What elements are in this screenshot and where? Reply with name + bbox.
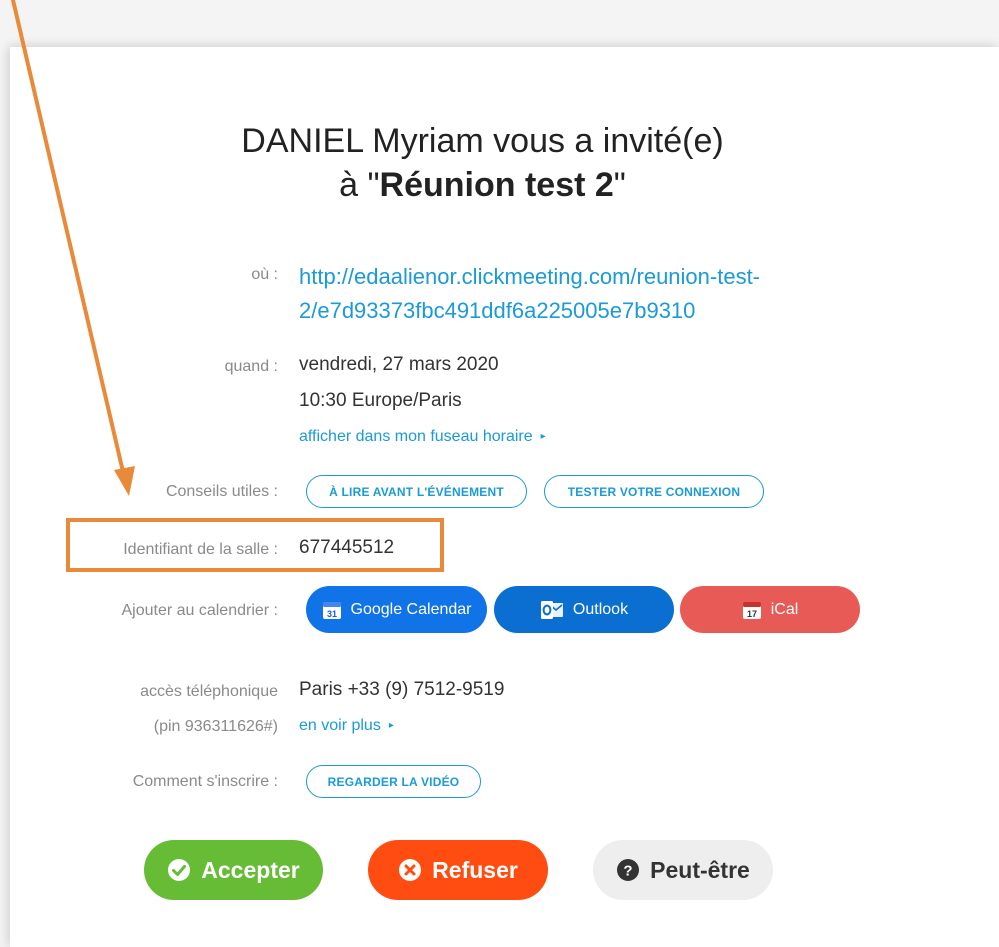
where-label: où : xyxy=(251,266,278,283)
google-calendar-button[interactable]: 31 Google Calendar xyxy=(306,586,487,633)
ical-day: 17 xyxy=(747,609,757,619)
phone-pin: (pin 936311626#) xyxy=(153,718,278,735)
accept-button[interactable]: Accepter xyxy=(144,840,323,900)
outlook-icon xyxy=(540,600,564,620)
timezone-link[interactable]: afficher dans mon fuseau horaire ▸ xyxy=(299,427,546,447)
ical-icon: 17 xyxy=(742,600,762,620)
room-id-label: Identifiant de la salle : xyxy=(123,541,278,558)
meeting-date: vendredi, 27 mars 2020 xyxy=(299,354,499,375)
invitation-title: DANIEL Myriam vous a invité(e) xyxy=(241,122,724,160)
watch-video-button[interactable]: REGARDER LA VIDÉO xyxy=(306,765,481,798)
caret-right-icon: ▸ xyxy=(388,720,394,731)
phone-access-label: accès téléphonique xyxy=(140,683,278,700)
read-before-event-button[interactable]: À LIRE AVANT L'ÉVÉNEMENT xyxy=(306,475,527,508)
phone-number: Paris +33 (9) 7512-9519 xyxy=(299,679,505,700)
meeting-url-line1[interactable]: http://edaalienor.clickmeeting.com/reuni… xyxy=(299,264,760,289)
meeting-time: 10:30 Europe/Paris xyxy=(299,390,462,411)
when-label: quand : xyxy=(224,358,278,375)
caret-right-icon: ▸ xyxy=(540,431,546,442)
register-label: Comment s'inscrire : xyxy=(132,773,278,790)
test-connection-button[interactable]: TESTER VOTRE CONNEXION xyxy=(544,475,764,508)
outlook-button[interactable]: Outlook xyxy=(494,586,674,633)
x-circle-icon xyxy=(398,858,422,882)
check-circle-icon xyxy=(167,858,191,882)
google-calendar-icon: 31 xyxy=(322,600,342,620)
svg-text:?: ? xyxy=(624,863,633,880)
question-circle-icon: ? xyxy=(616,858,640,882)
calendar-label: Ajouter au calendrier : xyxy=(121,602,278,619)
see-more-link[interactable]: en voir plus ▸ xyxy=(299,716,394,736)
decline-button[interactable]: Refuser xyxy=(368,840,548,900)
room-id-value: 677445512 xyxy=(299,537,395,558)
meeting-title: à "Réunion test 2" xyxy=(339,166,626,204)
meeting-url-line2[interactable]: 2/e7d93373fbc491ddf6a225005e7b9310 xyxy=(299,298,695,323)
meeting-url[interactable]: http://edaalienor.clickmeeting.com/reuni… xyxy=(299,260,760,328)
ical-button[interactable]: 17 iCal xyxy=(680,586,860,633)
maybe-button[interactable]: ? Peut-être xyxy=(593,840,773,900)
tips-label: Conseils utiles : xyxy=(165,483,278,500)
meeting-name: Réunion test 2 xyxy=(379,166,614,204)
google-calendar-day: 31 xyxy=(327,609,337,619)
